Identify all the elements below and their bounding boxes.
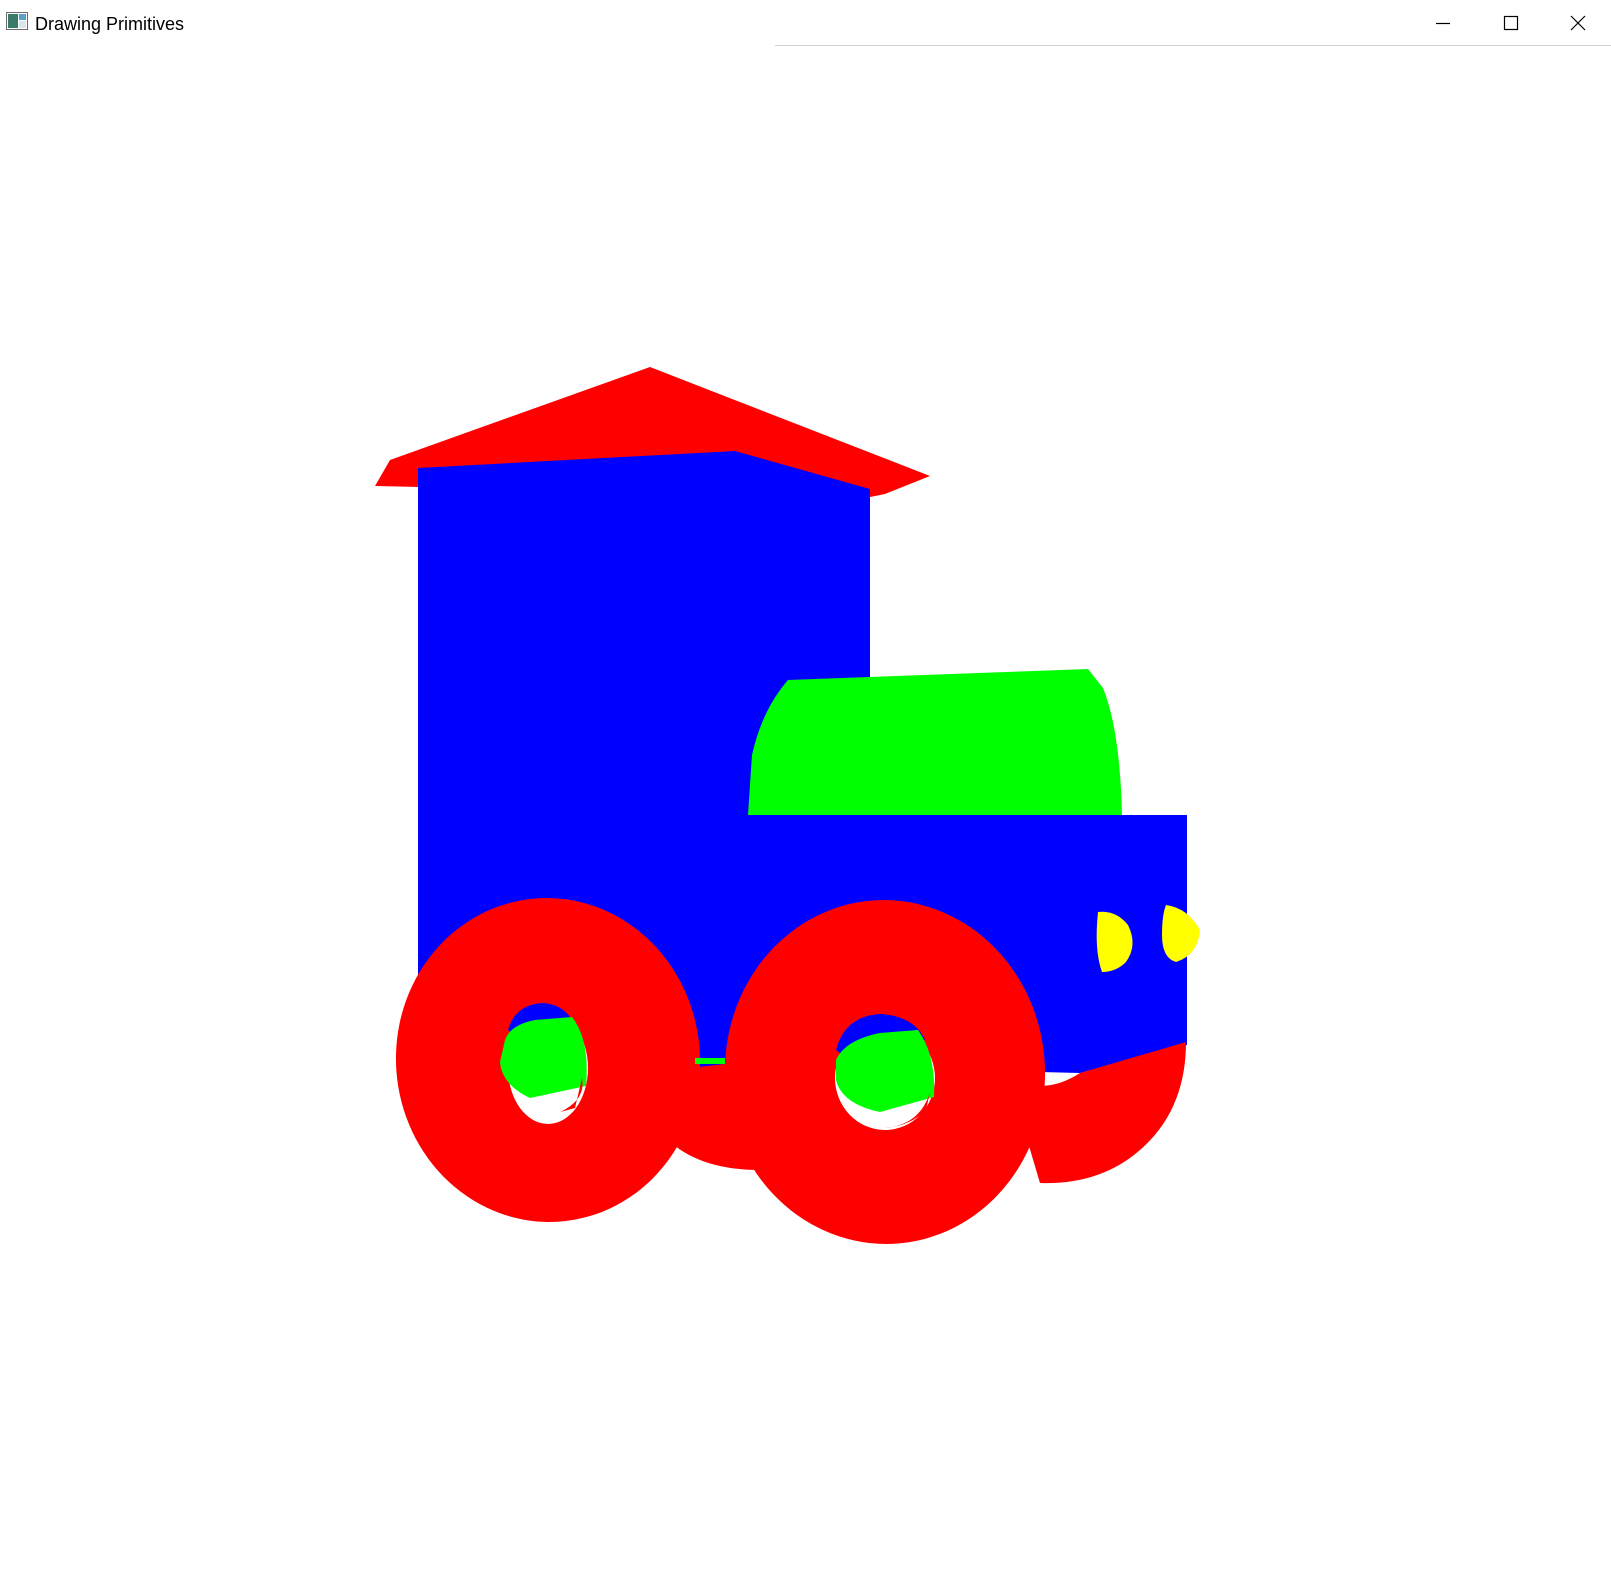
minimize-icon xyxy=(1436,22,1450,25)
drawing-canvas xyxy=(375,367,1200,1244)
maximize-icon xyxy=(1503,15,1519,31)
hubcap-rear xyxy=(500,1017,587,1098)
headlight-right xyxy=(1162,905,1200,962)
close-icon xyxy=(1570,15,1586,31)
maximize-button[interactable] xyxy=(1477,0,1545,46)
axle-green xyxy=(695,1058,725,1064)
close-button[interactable] xyxy=(1545,0,1611,46)
train-boiler xyxy=(748,669,1122,815)
minimize-button[interactable] xyxy=(1409,0,1477,46)
window-title: Drawing Primitives xyxy=(35,14,185,34)
app-icon xyxy=(6,12,28,30)
title-bar[interactable]: Drawing Primitives xyxy=(0,0,1611,46)
app-window: Drawing Primitives xyxy=(0,0,1611,1575)
